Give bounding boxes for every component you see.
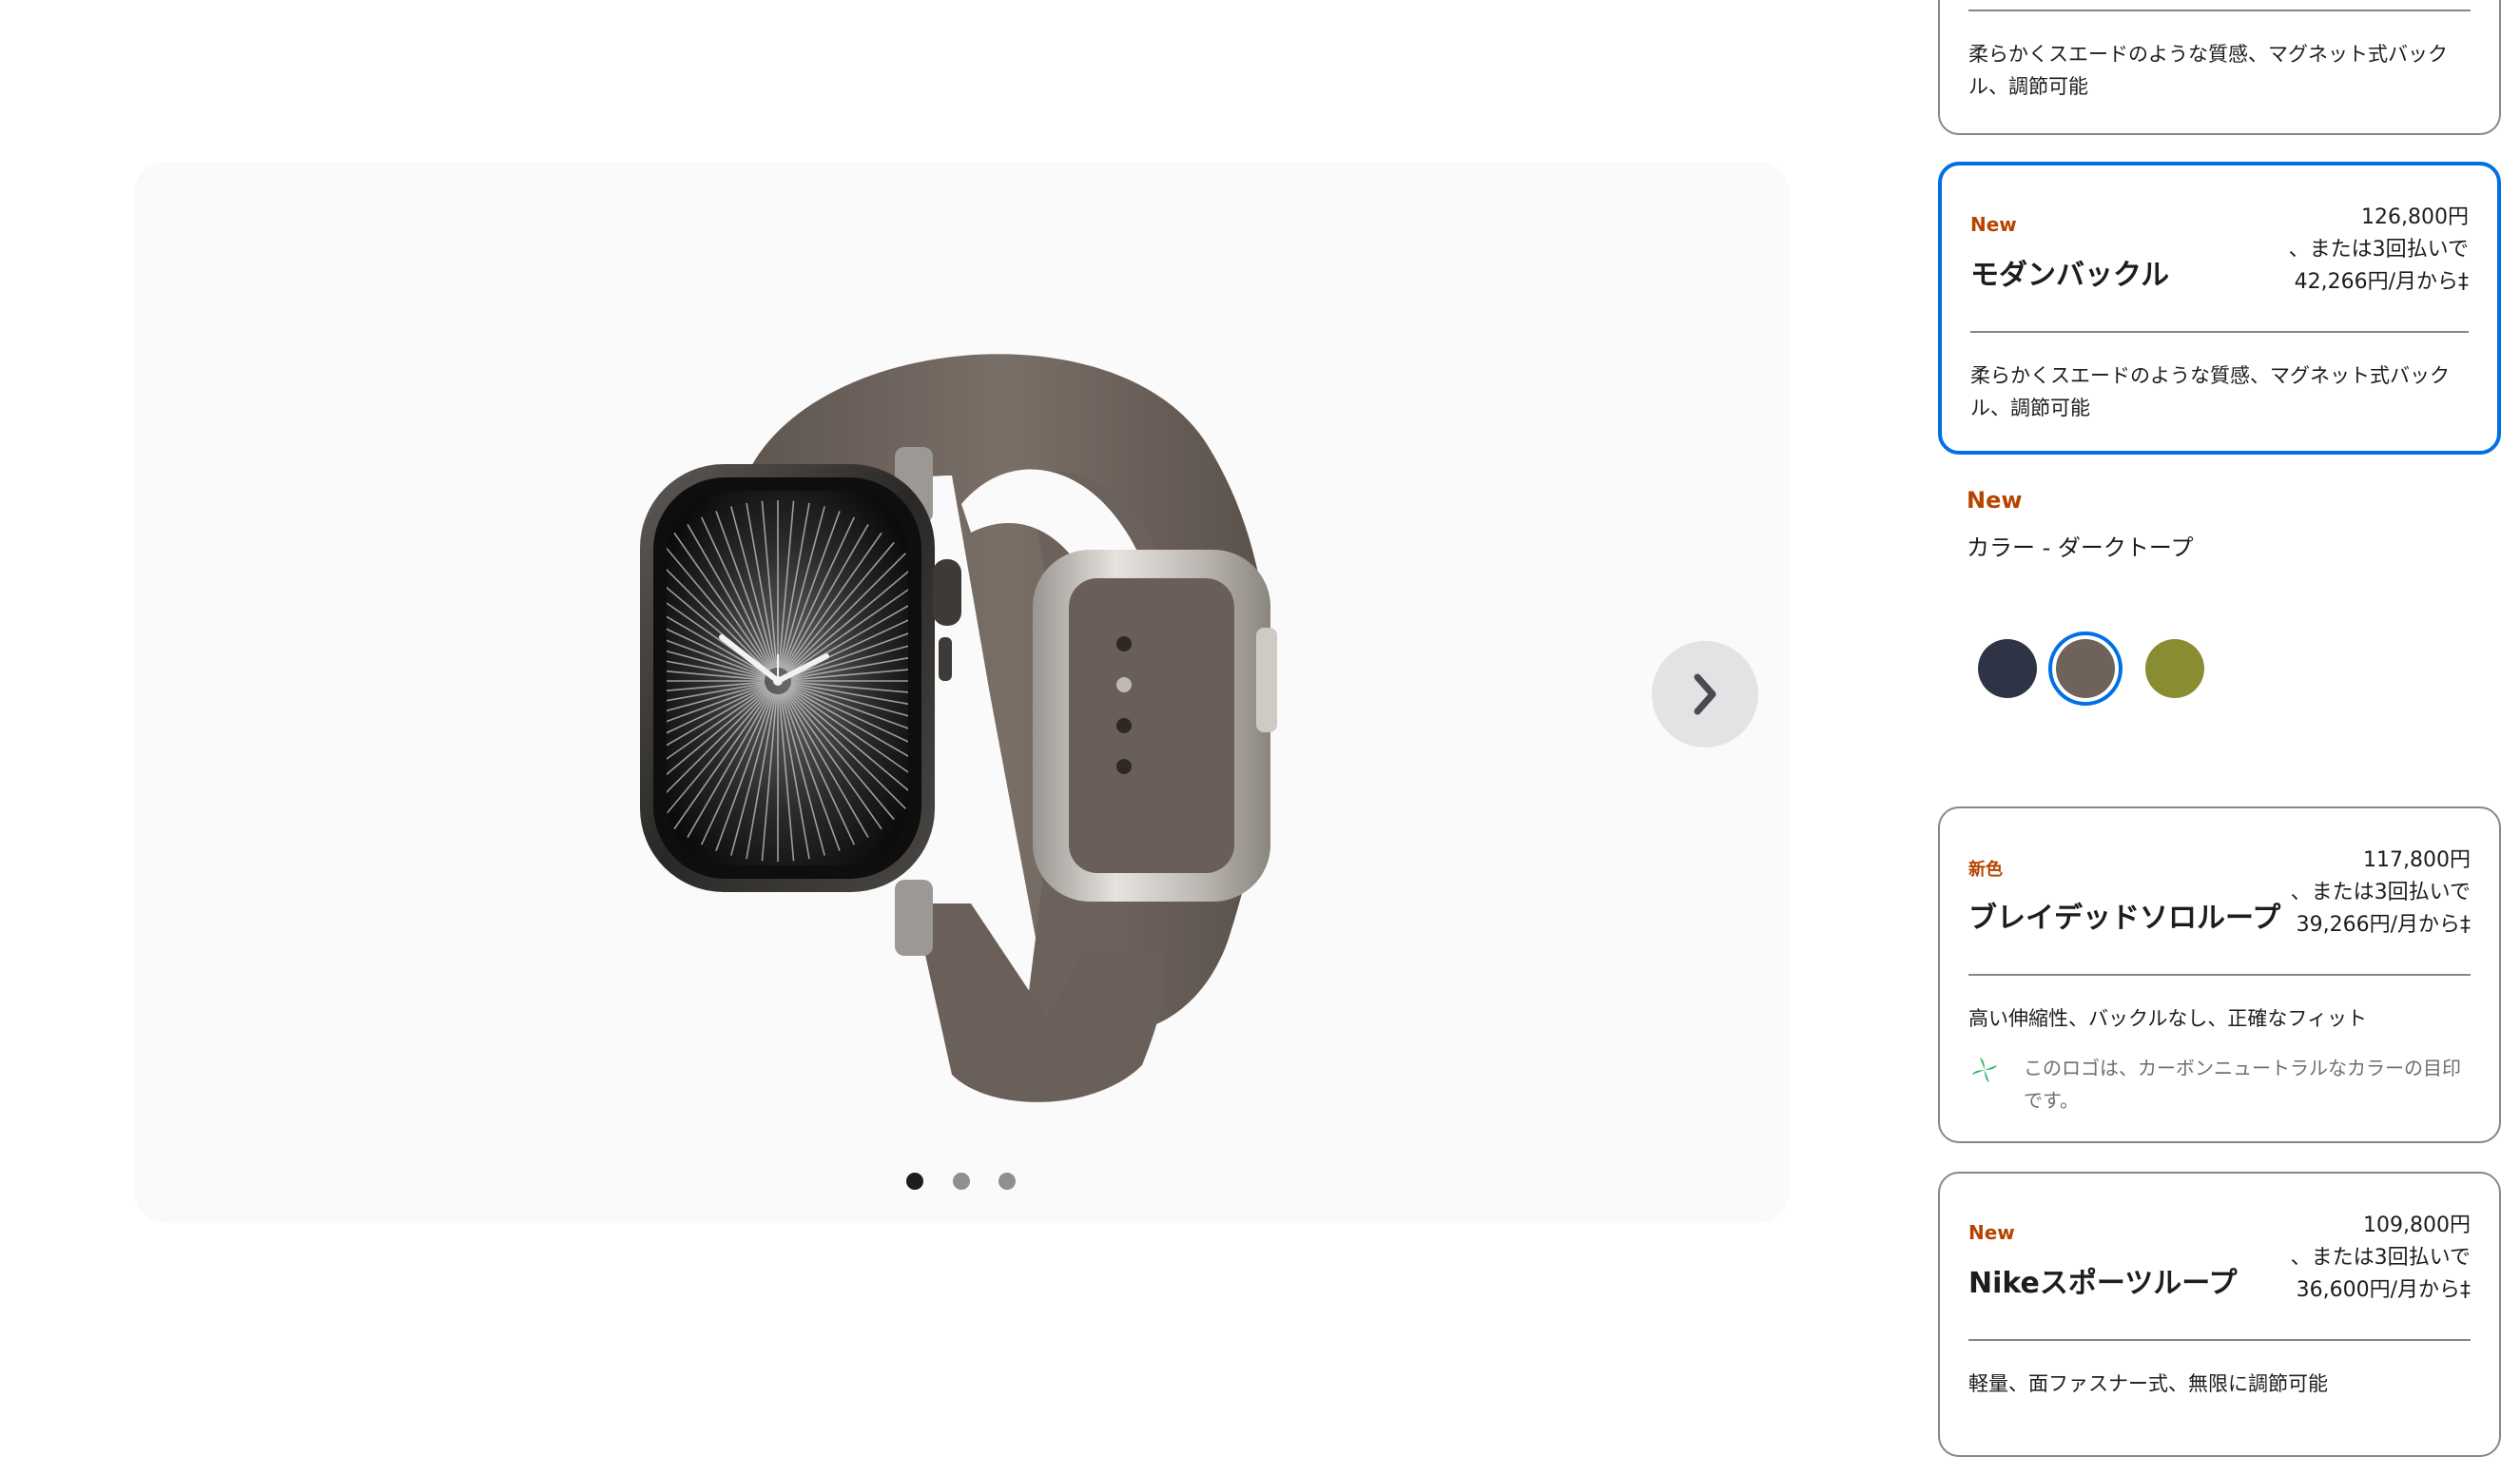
- band-description: 高い伸縮性、バックルなし、正確なフィット: [1968, 1007, 2367, 1030]
- card-divider: [1968, 1339, 2471, 1341]
- band-name: Nikeスポーツループ: [1968, 1267, 2238, 1300]
- carbon-neutral-note: このロゴは、カーボンニュートラルなカラーの目印です。: [1968, 1052, 2461, 1117]
- carbon-neutral-leaf-icon: [1972, 1058, 1997, 1082]
- product-gallery: [134, 162, 1790, 1223]
- color-swatch-midnight[interactable]: [1978, 639, 2037, 698]
- card-divider: [1970, 331, 2469, 333]
- gallery-dot-1[interactable]: [906, 1173, 923, 1190]
- chevron-right-icon: [1694, 673, 1716, 715]
- color-picker: New カラー - ダークトープ: [1967, 487, 2499, 734]
- new-badge: New: [1970, 213, 2017, 236]
- new-color-badge: 新色: [1968, 860, 2003, 880]
- band-option-nike-sport-loop[interactable]: New Nikeスポーツループ 109,800円 、または3回払いで 36,60…: [1938, 1172, 2501, 1457]
- new-badge: New: [1968, 1221, 2015, 1244]
- band-name: ブレイデッドソロループ: [1968, 902, 2281, 935]
- band-description: 柔らかくスエードのような質感、マグネット式バックル、調節可能: [1970, 364, 2450, 419]
- gallery-pagination: [134, 1173, 1790, 1192]
- card-divider: [1968, 10, 2471, 11]
- color-swatch-dark-taupe[interactable]: [2056, 639, 2115, 698]
- new-badge: New: [1967, 487, 2023, 514]
- selected-color-label: カラー - ダークトープ: [1967, 534, 2194, 561]
- band-description: 軽量、面ファスナー式、無限に調節可能: [1968, 1372, 2328, 1395]
- band-name: モダンバックル: [1970, 259, 2170, 292]
- gallery-dot-3[interactable]: [998, 1173, 1016, 1190]
- band-description: 柔らかくスエードのような質感、マグネット式バックル、調節可能: [1968, 43, 2448, 98]
- band-price: 126,800円 、または3回払いで 42,266円/月から‡: [2288, 205, 2469, 294]
- band-option-braided-solo-loop[interactable]: 新色 ブレイデッドソロループ 117,800円 、または3回払いで 39,266…: [1938, 806, 2501, 1143]
- apple-watch-product-image: [640, 354, 1277, 1102]
- band-price: 117,800円 、または3回払いで 39,266円/月から‡: [2290, 848, 2471, 937]
- gallery-next-button[interactable]: [1652, 641, 1758, 748]
- band-option-modern-buckle[interactable]: New モダンバックル 126,800円 、または3回払いで 42,266円/月…: [1938, 162, 2501, 455]
- gallery-dot-2[interactable]: [953, 1173, 970, 1190]
- color-swatch-olive[interactable]: [2145, 639, 2204, 698]
- band-price: 109,800円 、または3回払いで 36,600円/月から‡: [2290, 1214, 2471, 1302]
- band-option-card-top[interactable]: 柔らかくスエードのような質感、マグネット式バックル、調節可能: [1938, 0, 2501, 135]
- card-divider: [1968, 974, 2471, 976]
